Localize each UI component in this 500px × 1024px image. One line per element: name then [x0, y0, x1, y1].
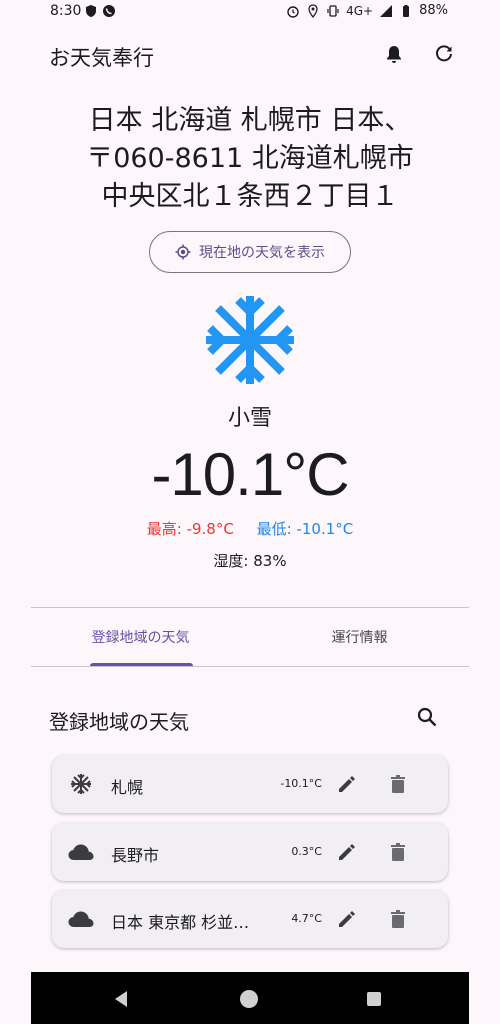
tab-service-info-label: 運行情報 — [331, 630, 388, 646]
search-icon — [417, 707, 437, 727]
delete-button[interactable] — [386, 840, 410, 864]
delete-button[interactable] — [386, 772, 410, 796]
location-name: 札幌 — [111, 778, 144, 797]
system-nav-bar — [31, 972, 469, 1024]
location-line-2: 〒060-8611 北海道札幌市 — [86, 143, 414, 174]
location-line-1: 日本 北海道 札幌市 日本、 — [88, 105, 412, 136]
edit-button[interactable] — [335, 840, 359, 864]
recents-icon[interactable] — [367, 992, 381, 1006]
trash-icon — [391, 775, 405, 793]
temperature-range: 最高: -9.8°C 最低: -10.1°C — [0, 518, 500, 539]
card-icon-wrap — [68, 772, 94, 796]
show-current-location-button[interactable]: 現在地の天気を表示 — [149, 231, 351, 273]
bell-icon — [387, 46, 401, 63]
trash-icon — [391, 910, 405, 928]
alarm-icon — [287, 5, 299, 18]
refresh-icon — [436, 45, 452, 62]
edit-button[interactable] — [335, 772, 359, 796]
status-left-icons — [84, 4, 116, 18]
min-temperature: 最低: -10.1°C — [256, 520, 354, 538]
cloud-icon — [68, 911, 94, 927]
humidity: 湿度: 83% — [213, 552, 287, 570]
list-item[interactable]: 長野市 0.3°C — [52, 823, 448, 881]
card-icon-wrap — [68, 840, 94, 864]
section-title: 登録地域の天気 — [49, 710, 189, 734]
signal-icon — [380, 4, 393, 17]
location-temperature: 0.3°C — [291, 845, 322, 858]
location-pin-icon — [308, 3, 318, 18]
tab-registered-weather[interactable]: 登録地域の天気 — [31, 608, 250, 666]
status-bar: 8:30 4G+ 88% — [0, 0, 500, 24]
tab-registered-weather-label: 登録地域の天気 — [91, 630, 190, 646]
refresh-button[interactable] — [430, 40, 458, 68]
search-button[interactable] — [414, 704, 440, 730]
list-item[interactable]: 日本 東京都 杉並… 4.7°C — [52, 890, 448, 948]
weather-condition: 小雪 — [227, 406, 272, 431]
divider — [31, 666, 469, 667]
trash-icon — [391, 843, 405, 861]
location-temperature: 4.7°C — [291, 912, 322, 925]
status-right: 4G+ 88% — [286, 3, 448, 18]
cloud-icon — [68, 844, 94, 860]
location-name: 長野市 — [111, 846, 160, 865]
app-title: お天気奉行 — [49, 46, 154, 70]
tab-service-info[interactable]: 運行情報 — [250, 608, 469, 666]
shield-icon — [86, 5, 96, 17]
network-type: 4G+ — [346, 3, 374, 18]
pencil-icon — [339, 844, 355, 860]
snowflake-icon — [71, 774, 91, 794]
location-name: 日本 東京都 杉並… — [111, 913, 250, 932]
location-line-3: 中央区北１条西２丁目１ — [101, 181, 399, 212]
back-icon[interactable] — [113, 990, 129, 1008]
list-item[interactable]: 札幌 -10.1°C — [52, 755, 448, 813]
location-address: 日本 北海道 札幌市 日本、 〒060-8611 北海道札幌市 中央区北１条西２… — [40, 102, 460, 216]
vibrate-icon — [327, 4, 339, 17]
snowflake-icon — [206, 296, 294, 384]
edit-button[interactable] — [335, 907, 359, 931]
status-time: 8:30 — [50, 3, 82, 19]
pencil-icon — [339, 776, 355, 792]
card-icon-wrap — [68, 907, 94, 931]
delete-button[interactable] — [386, 907, 410, 931]
max-temperature: 最高: -9.8°C — [146, 520, 234, 538]
battery-percent: 88% — [419, 3, 448, 18]
home-icon[interactable] — [240, 990, 258, 1008]
show-current-location-label: 現在地の天気を表示 — [199, 245, 325, 261]
battery-icon — [403, 4, 410, 17]
location-temperature: -10.1°C — [280, 777, 322, 790]
my-location-icon — [175, 244, 191, 260]
current-temperature: -10.1°C — [151, 441, 349, 508]
phone-call-icon — [103, 5, 115, 17]
pencil-icon — [339, 911, 355, 927]
tab-bar: 登録地域の天気 運行情報 — [31, 608, 469, 666]
notification-button[interactable] — [380, 40, 408, 68]
